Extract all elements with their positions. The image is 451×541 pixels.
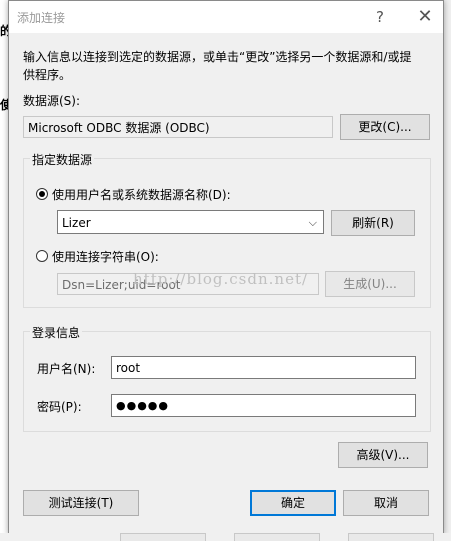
datasource-field: Microsoft ODBC 数据源 (ODBC) (23, 116, 333, 138)
radio-use-dsn-label[interactable]: 使用用户名或系统数据源名称(D): (52, 186, 231, 203)
password-field[interactable]: ●●●●● (111, 394, 416, 417)
window-title: 添加连接 (17, 11, 66, 25)
radio-use-connection-string[interactable] (36, 250, 48, 262)
advanced-button[interactable]: 高级(V)... (338, 442, 428, 468)
build-button: 生成(U)... (325, 271, 415, 297)
chevron-down-icon[interactable]: ⌵ (309, 211, 317, 235)
change-datasource-button[interactable]: 更改(C)... (340, 114, 430, 140)
background-button-3 (348, 533, 434, 541)
help-icon[interactable]: ? (363, 3, 397, 31)
username-label: 用户名(N): (37, 362, 96, 376)
radio-use-dsn[interactable] (36, 188, 48, 200)
password-label: 密码(P): (37, 400, 82, 414)
background-button-1 (120, 533, 206, 541)
intro-text: 输入信息以连接到选定的数据源，或单击“更改”选择另一个数据源和/或提供程序。 (23, 50, 412, 82)
login-info-title: 登录信息 (30, 324, 83, 341)
dsn-value: Lizer (62, 216, 91, 230)
background-window-edge (0, 0, 8, 541)
specify-datasource-title: 指定数据源 (30, 151, 95, 168)
close-icon[interactable]: ✕ (408, 3, 442, 31)
background-button-2 (234, 533, 320, 541)
cancel-button[interactable]: 取消 (343, 490, 429, 516)
dsn-combobox[interactable]: Lizer ⌵ (57, 210, 324, 234)
refresh-button[interactable]: 刷新(R) (331, 210, 415, 236)
title-bar: 添加连接 ? ✕ (9, 1, 443, 33)
datasource-label: 数据源(S): (23, 94, 81, 108)
add-connection-dialog: 添加连接 ? ✕ 输入信息以连接到选定的数据源，或单击“更改”选择另一个数据源和… (8, 0, 444, 535)
watermark-text: http://blog.csdn.net/ (133, 270, 309, 288)
radio-use-connection-string-label[interactable]: 使用连接字符串(O): (52, 248, 159, 265)
test-connection-button[interactable]: 测试连接(T) (23, 490, 139, 516)
username-field[interactable]: root (111, 356, 416, 379)
ok-button[interactable]: 确定 (250, 490, 336, 516)
